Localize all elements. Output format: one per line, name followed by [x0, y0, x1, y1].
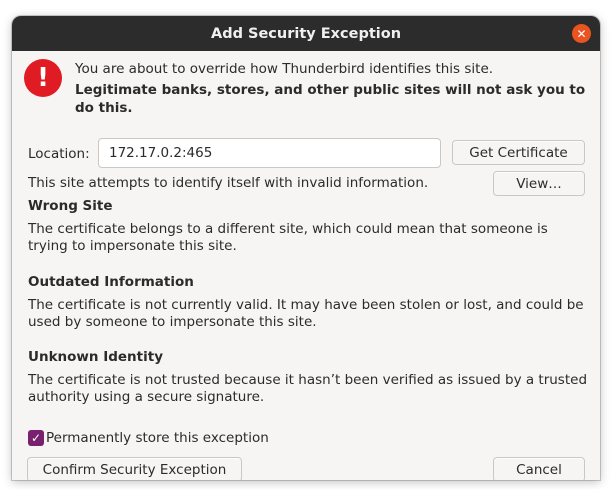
close-button[interactable]: ✕ [572, 24, 591, 43]
intro-warning: Legitimate banks, stores, and other publ… [75, 82, 586, 116]
confirm-exception-button[interactable]: Confirm Security Exception [27, 457, 242, 480]
view-button[interactable]: View… [493, 171, 585, 196]
cancel-label: Cancel [516, 461, 562, 478]
section-title-unknown-identity: Unknown Identity [28, 349, 164, 365]
status-text: This site attempts to identify itself wi… [28, 175, 429, 191]
close-icon: ✕ [576, 26, 587, 41]
get-certificate-button[interactable]: Get Certificate [452, 140, 585, 165]
section-title-wrong-site: Wrong Site [28, 198, 113, 214]
dialog-content: ! You are about to override how Thunderb… [12, 51, 600, 480]
section-title-outdated: Outdated Information [28, 274, 194, 290]
view-button-label: View… [516, 175, 562, 192]
permanent-checkbox-label[interactable]: Permanently store this exception [46, 430, 269, 446]
confirm-exception-label: Confirm Security Exception [42, 461, 227, 478]
cancel-button[interactable]: Cancel [493, 457, 585, 480]
dialog-titlebar: Add Security Exception ✕ [12, 16, 600, 51]
location-input[interactable]: 172.17.0.2:465 [98, 138, 441, 168]
section-text-unknown-identity: The certificate is not trusted because i… [28, 372, 588, 405]
alert-icon: ! [24, 59, 62, 97]
intro-line-1: You are about to override how Thunderbir… [75, 61, 494, 77]
get-certificate-label: Get Certificate [469, 144, 568, 161]
check-icon: ✓ [30, 431, 42, 445]
add-security-exception-dialog: Add Security Exception ✕ ! You are about… [12, 16, 600, 480]
intro-text: You are about to override how Thunderbir… [75, 60, 595, 117]
location-label: Location: [28, 146, 90, 162]
section-text-wrong-site: The certificate belongs to a different s… [28, 221, 548, 254]
dialog-title: Add Security Exception [210, 25, 402, 42]
permanent-checkbox[interactable]: ✓ [28, 430, 44, 446]
section-text-outdated: The certificate is not currently valid. … [28, 297, 584, 330]
